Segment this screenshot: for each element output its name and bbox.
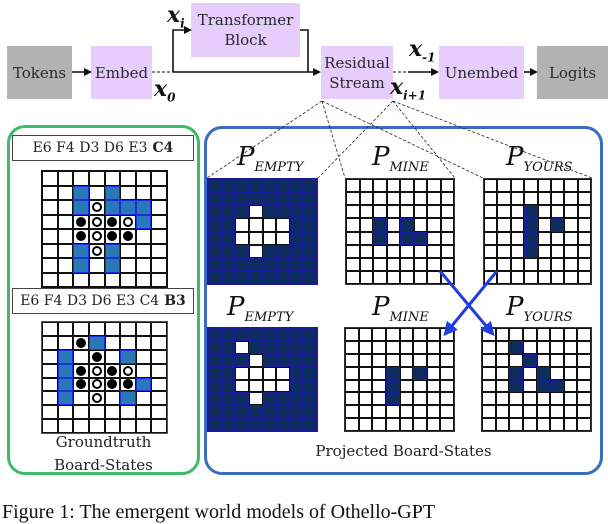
arrow-to-transformer <box>172 26 192 72</box>
connector-overlay <box>72 26 593 337</box>
swap-arrow-yours-to-mine <box>443 270 499 337</box>
swap-arrow-mine-to-yours <box>438 270 495 337</box>
transformer-return-line <box>300 29 309 72</box>
probe-projection-lines <box>206 100 593 179</box>
figure-caption: Figure 1: The emergent world models of O… <box>2 501 436 523</box>
